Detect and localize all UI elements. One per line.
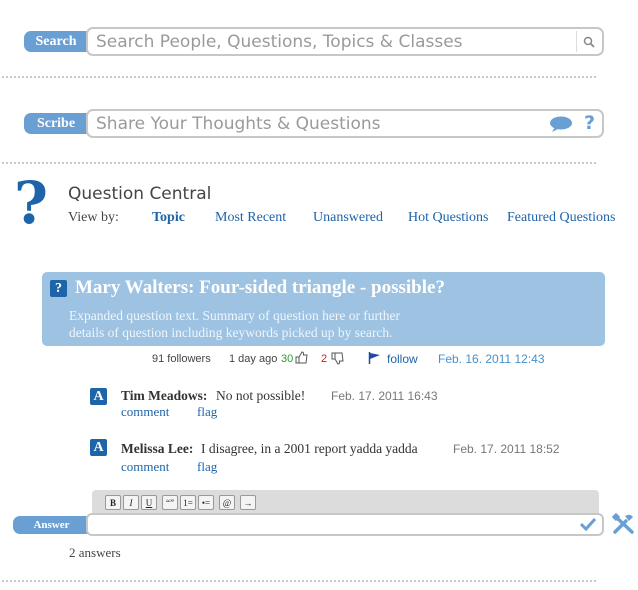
divider: [2, 76, 596, 78]
bullet-list-button[interactable]: •=: [198, 495, 214, 510]
answer-count: 2 answers: [69, 545, 121, 560]
tools-icon[interactable]: [612, 513, 636, 535]
question-age: 1 day ago: [229, 353, 278, 365]
thumb-up-icon[interactable]: [295, 351, 308, 364]
scribe-input[interactable]: Share Your Thoughts & Questions: [86, 109, 604, 138]
divider: [2, 580, 596, 582]
flag-link[interactable]: flag: [197, 459, 217, 475]
divider: [2, 162, 596, 164]
follow-link[interactable]: follow: [387, 352, 418, 366]
answer-text: I disagree, in a 2001 report yadda yadda: [201, 441, 418, 456]
flag-icon[interactable]: [368, 352, 381, 364]
answer-badge-icon: A: [90, 439, 107, 456]
quote-button[interactable]: “”: [162, 495, 178, 510]
question-mark-icon: ?: [14, 169, 48, 237]
comment-link[interactable]: comment: [121, 459, 169, 475]
downvote-count: 2: [321, 353, 328, 365]
question-title[interactable]: Mary Walters: Four-sided triangle - poss…: [75, 277, 445, 299]
help-icon[interactable]: ?: [584, 112, 595, 134]
page-title: Question Central: [68, 184, 212, 204]
answer-author[interactable]: Melissa Lee:: [121, 441, 193, 457]
tab-unanswered[interactable]: Unanswered: [313, 210, 383, 226]
tab-featured-questions[interactable]: Featured Questions: [507, 210, 615, 226]
underline-button[interactable]: U: [141, 495, 157, 510]
search-label: Search: [24, 31, 88, 52]
answer-input[interactable]: [86, 513, 604, 536]
question-date: Feb. 16. 2011 12:43: [438, 352, 545, 366]
bold-button[interactable]: B: [105, 495, 121, 510]
italic-button[interactable]: I: [123, 495, 139, 510]
search-button[interactable]: [576, 31, 600, 52]
tab-topic[interactable]: Topic: [152, 210, 185, 226]
mention-button[interactable]: @: [219, 495, 235, 510]
tab-most-recent[interactable]: Most Recent: [215, 210, 286, 226]
checkmark-icon[interactable]: [580, 517, 596, 531]
scribe-placeholder: Share Your Thoughts & Questions: [96, 113, 381, 134]
upvote-count: 30: [281, 353, 294, 365]
magnifier-icon: [583, 36, 595, 48]
comment-link[interactable]: comment: [121, 404, 169, 420]
answer-text: No not possible!: [216, 388, 306, 403]
answer-badge-icon: A: [90, 388, 107, 405]
speech-bubble-icon[interactable]: [549, 116, 573, 132]
question-body-line-1: Expanded question text. Summary of quest…: [69, 308, 401, 323]
scribe-label: Scribe: [24, 113, 88, 134]
followers-count[interactable]: 91 followers: [152, 353, 211, 365]
answer-date: Feb. 17. 2011 16:43: [331, 389, 438, 403]
answer-label: Answer: [13, 516, 90, 534]
flag-link[interactable]: flag: [197, 404, 217, 420]
search-placeholder: Search People, Questions, Topics & Class…: [96, 31, 463, 52]
answer-date: Feb. 17. 2011 18:52: [453, 442, 560, 456]
search-input[interactable]: Search People, Questions, Topics & Class…: [86, 27, 604, 56]
link-button[interactable]: →: [240, 495, 256, 510]
thumb-down-icon[interactable]: [331, 352, 344, 365]
numbered-list-button[interactable]: 1=: [180, 495, 196, 510]
tab-hot-questions[interactable]: Hot Questions: [408, 210, 489, 226]
question-body-line-2: details of question including keywords p…: [69, 325, 393, 340]
answer-author[interactable]: Tim Meadows:: [121, 388, 207, 404]
question-badge-icon: ?: [50, 280, 67, 297]
view-by-label: View by:: [68, 210, 119, 225]
